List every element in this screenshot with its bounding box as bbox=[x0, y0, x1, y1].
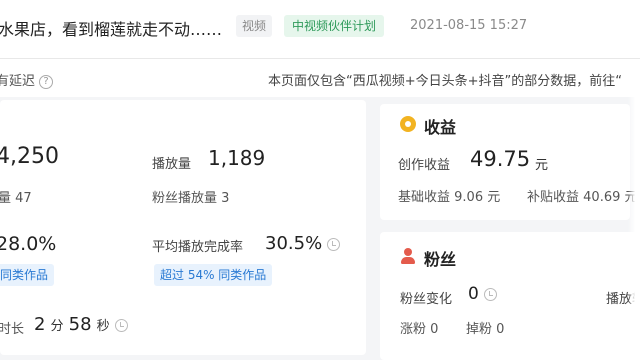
subsidy-income-label: 补贴收益 bbox=[527, 190, 580, 205]
fan-plays-value: 3 bbox=[221, 191, 230, 206]
creation-income-value: 49.75 bbox=[470, 147, 531, 171]
fan-plays-label: 粉丝播放量 bbox=[152, 191, 218, 206]
video-title[interactable]: 水果店，看到榴莲就走不动…… bbox=[0, 16, 222, 40]
delay-notice: 有延迟? bbox=[0, 70, 54, 89]
left-metric-value: 47 bbox=[15, 191, 32, 206]
fans-card: 粉丝 粉丝变化 0 播放转 涨粉 0 掉粉 0 bbox=[380, 232, 640, 360]
duration-label: 时长 bbox=[0, 322, 25, 337]
plays-label: 播放量 bbox=[152, 157, 192, 172]
delay-text: 有延迟 bbox=[0, 74, 36, 89]
fan-plays: 粉丝播放量 3 bbox=[152, 187, 229, 206]
partner-plan-tag: 中视频伙伴计划 bbox=[284, 15, 385, 37]
completion-value: 30.5% bbox=[265, 233, 323, 254]
fans-icon bbox=[400, 248, 416, 264]
help-icon[interactable]: ? bbox=[39, 74, 54, 89]
income-title: 收益 bbox=[424, 118, 457, 137]
clock-icon[interactable] bbox=[327, 237, 341, 251]
fans-change-value-wrap: 0 bbox=[468, 284, 497, 304]
completion-value-wrap: 30.5% bbox=[265, 233, 341, 254]
subsidy-income: 补贴收益 40.69 元 bbox=[527, 186, 638, 205]
basic-income: 基础收益 9.06 元 bbox=[398, 186, 500, 205]
clock-icon[interactable] bbox=[483, 287, 497, 301]
duration-min-value: 2 bbox=[34, 314, 46, 335]
data-source-notice: 本页面仅包含“西瓜视频+今日头条+抖音”的部分数据，前往“ bbox=[268, 74, 622, 89]
left-metric: 量 47 bbox=[0, 187, 32, 206]
left-metric-label: 量 bbox=[0, 191, 12, 206]
creation-income-label: 创作收益 bbox=[398, 158, 451, 173]
income-card: 收益 创作收益 49.75 元 基础收益 9.06 元 补贴收益 40.69 元 bbox=[380, 104, 638, 220]
publish-datetime: 2021-08-15 15:27 bbox=[410, 18, 528, 33]
fans-gain-value: 0 bbox=[430, 322, 439, 337]
completion-compare-badge: 超过 54% 同类作品 bbox=[154, 264, 273, 286]
duration-sec-value: 58 bbox=[68, 314, 92, 335]
duration-sec-unit: 秒 bbox=[96, 319, 110, 334]
clock-icon[interactable] bbox=[114, 319, 128, 332]
plays-value: 1,189 bbox=[208, 146, 266, 170]
left-rate-value: 28.0% bbox=[0, 233, 57, 255]
fans-change-label: 粉丝变化 bbox=[400, 292, 453, 307]
fans-gain-label: 涨粉 bbox=[400, 322, 427, 337]
fans-loss-value: 0 bbox=[496, 322, 505, 337]
fans-title: 粉丝 bbox=[424, 250, 457, 269]
right-fade-edge bbox=[628, 59, 640, 360]
fans-loss: 掉粉 0 bbox=[466, 318, 504, 337]
duration-min-unit: 分 bbox=[50, 319, 64, 334]
basic-income-label: 基础收益 bbox=[398, 190, 451, 205]
duration-value: 2 分 58 秒 bbox=[34, 314, 128, 335]
creation-income-currency: 元 bbox=[535, 158, 549, 173]
overview-card: 4,250 播放量 1,189 量 47 粉丝播放量 3 28.0% 平均播放完… bbox=[0, 100, 366, 355]
fans-loss-label: 掉粉 bbox=[466, 322, 493, 337]
fans-gain: 涨粉 0 bbox=[400, 318, 438, 337]
total-value: 4,250 bbox=[0, 144, 59, 169]
completion-label: 平均播放完成率 bbox=[152, 240, 244, 255]
left-compare-badge: 同类作品 bbox=[0, 264, 55, 286]
basic-income-value: 9.06 元 bbox=[454, 190, 501, 205]
video-type-tag: 视频 bbox=[236, 15, 273, 37]
notice-row: 有延迟? 本页面仅包含“西瓜视频+今日头条+抖音”的部分数据，前往“ bbox=[0, 59, 640, 97]
video-header: 水果店，看到榴莲就走不动…… 视频 中视频伙伴计划 2021-08-15 15:… bbox=[0, 0, 640, 58]
fans-change-value: 0 bbox=[468, 284, 479, 304]
coin-icon bbox=[400, 116, 416, 132]
